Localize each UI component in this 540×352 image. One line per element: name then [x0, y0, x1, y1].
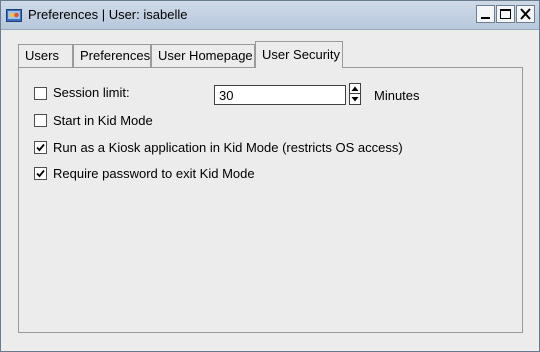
- require-password-checkbox[interactable]: [34, 167, 47, 180]
- tab-user-security[interactable]: User Security: [255, 41, 343, 68]
- kiosk-mode-label: Run as a Kiosk application in Kid Mode (…: [53, 140, 403, 155]
- session-limit-checkbox[interactable]: [34, 87, 47, 100]
- title-bar[interactable]: Preferences | User: isabelle: [1, 1, 539, 30]
- checkmark-icon: [36, 169, 45, 178]
- close-button[interactable]: [516, 5, 535, 23]
- start-kid-mode-label: Start in Kid Mode: [53, 113, 153, 128]
- arrow-up-icon[interactable]: [350, 84, 360, 94]
- close-icon: [520, 8, 531, 20]
- start-kid-mode-checkbox[interactable]: [34, 114, 47, 127]
- tab-users[interactable]: Users: [18, 44, 73, 67]
- app-icon: [6, 7, 22, 23]
- session-minutes-input[interactable]: 30: [214, 85, 346, 105]
- tab-user-homepage-label: User Homepage: [158, 48, 253, 63]
- arrow-down-icon[interactable]: [350, 94, 360, 104]
- session-minutes-spinner[interactable]: [349, 83, 361, 105]
- tab-preferences[interactable]: Preferences: [73, 44, 151, 67]
- maximize-icon: [500, 9, 511, 19]
- require-password-label: Require password to exit Kid Mode: [53, 166, 255, 181]
- tab-users-label: Users: [25, 48, 59, 63]
- user-security-panel: [18, 67, 523, 333]
- minimize-icon: [481, 17, 490, 19]
- session-limit-label: Session limit:: [53, 85, 130, 100]
- minutes-label: Minutes: [374, 88, 420, 103]
- tab-user-security-label: User Security: [262, 47, 341, 62]
- window-title: Preferences | User: isabelle: [28, 7, 188, 22]
- tab-user-homepage[interactable]: User Homepage: [151, 44, 255, 67]
- maximize-button[interactable]: [496, 5, 515, 23]
- kiosk-mode-checkbox[interactable]: [34, 141, 47, 154]
- minimize-button[interactable]: [476, 5, 495, 23]
- checkmark-icon: [36, 143, 45, 152]
- preferences-window: Preferences | User: isabelle Users Prefe…: [0, 0, 540, 352]
- tab-preferences-label: Preferences: [80, 48, 151, 63]
